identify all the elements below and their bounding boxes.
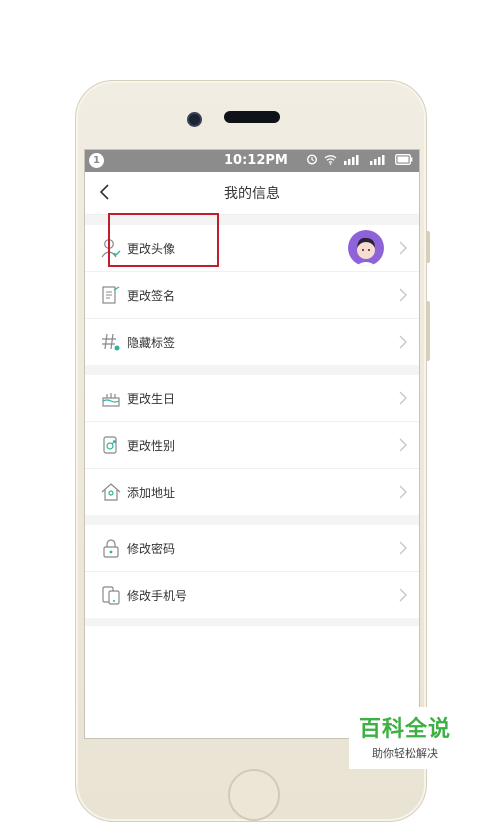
status-icons <box>306 153 413 165</box>
section-gap <box>85 618 419 626</box>
signal-icon <box>344 154 359 165</box>
nav-bar: 我的信息 <box>85 172 419 215</box>
chevron-right-icon <box>399 485 407 499</box>
page-title: 我的信息 <box>224 186 280 202</box>
notification-badge: 1 <box>89 153 104 168</box>
signature-icon <box>102 286 120 304</box>
chevron-right-icon <box>399 588 407 602</box>
section-gap <box>85 365 419 375</box>
menu-item-change-password[interactable]: 修改密码 <box>85 525 419 572</box>
menu-item-label: 更改性别 <box>127 438 176 453</box>
signal-icon-2 <box>370 154 385 165</box>
status-bar: 1 10:12PM <box>85 150 419 172</box>
gender-icon <box>103 436 117 454</box>
chevron-right-icon <box>399 541 407 555</box>
watermark-title: 百科全说 <box>358 717 451 742</box>
menu-item-change-signature[interactable]: 更改签名 <box>85 272 419 319</box>
watermark-subtitle: 助你轻松解决 <box>372 747 438 760</box>
home-button[interactable] <box>228 769 280 821</box>
menu-item-label: 隐藏标签 <box>127 335 176 350</box>
chevron-right-icon <box>399 288 407 302</box>
hashtag-icon <box>102 333 120 351</box>
status-time: 10:12PM <box>224 153 288 168</box>
phone-icon <box>102 586 120 605</box>
earpiece-speaker <box>224 111 280 123</box>
front-camera <box>187 112 202 127</box>
menu-item-hide-tags[interactable]: 隐藏标签 <box>85 319 419 365</box>
menu-item-change-gender[interactable]: 更改性别 <box>85 422 419 469</box>
lock-icon <box>103 539 119 558</box>
section-gap <box>85 515 419 525</box>
watermark: 百科全说 助你轻松解决 <box>349 707 461 769</box>
home-location-icon <box>101 483 121 501</box>
menu-item-label: 修改手机号 <box>127 588 188 603</box>
power-button <box>426 301 430 361</box>
battery-icon <box>395 153 413 165</box>
menu-item-label: 修改密码 <box>127 541 176 556</box>
avatar-image <box>356 237 376 266</box>
menu-item-change-birthday[interactable]: 更改生日 <box>85 375 419 422</box>
chevron-right-icon <box>399 241 407 255</box>
menu-item-change-phone[interactable]: 修改手机号 <box>85 572 419 618</box>
avatar[interactable] <box>348 230 384 266</box>
wifi-icon <box>324 154 337 165</box>
menu-item-label: 更改生日 <box>127 391 176 406</box>
menu-item-label: 添加地址 <box>127 485 176 500</box>
chevron-right-icon <box>399 335 407 349</box>
chevron-right-icon <box>399 391 407 405</box>
menu-item-label: 更改签名 <box>127 288 176 303</box>
cake-icon <box>102 393 120 407</box>
chevron-right-icon <box>399 438 407 452</box>
alarm-icon <box>306 154 318 165</box>
menu-item-add-address[interactable]: 添加地址 <box>85 469 419 515</box>
volume-button <box>426 231 430 263</box>
highlight-box <box>108 213 219 267</box>
